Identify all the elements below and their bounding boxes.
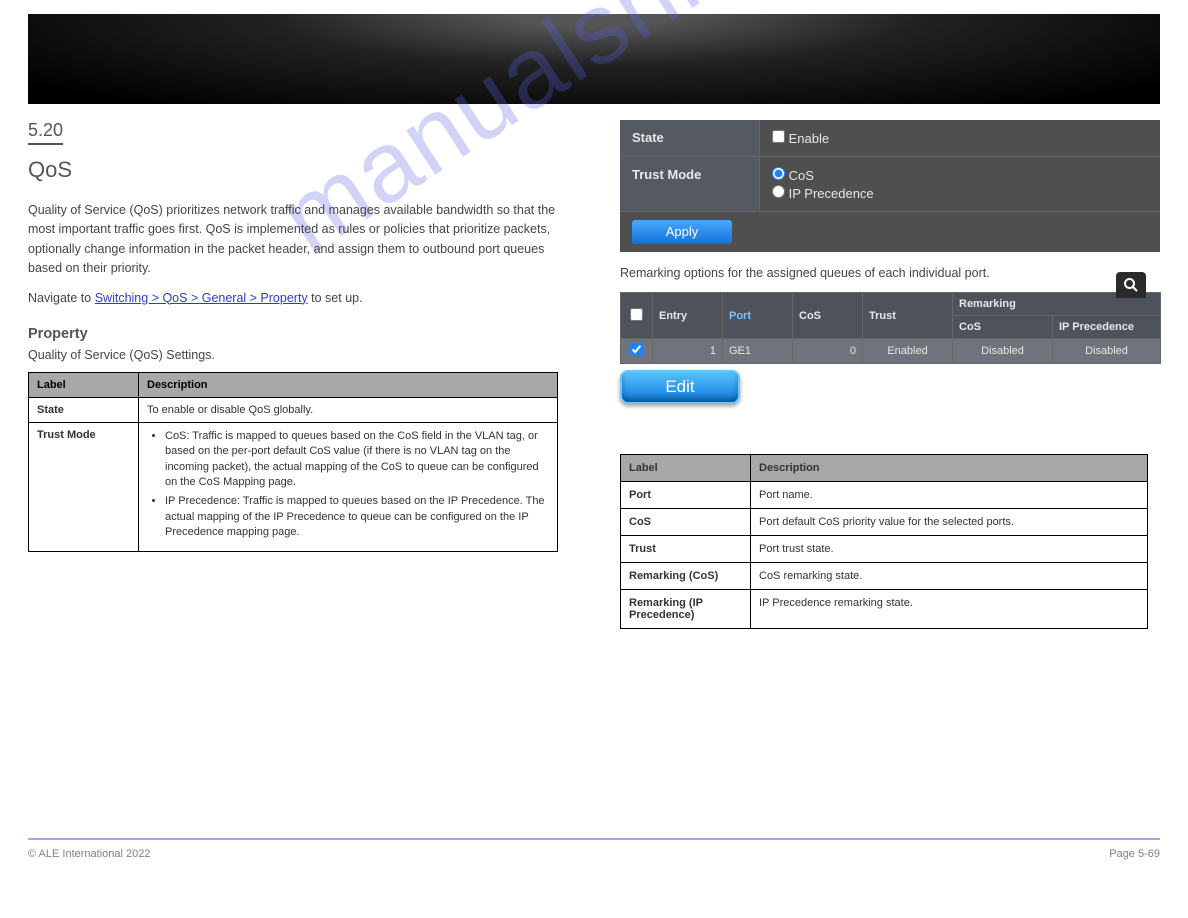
row-checkbox[interactable] xyxy=(630,343,643,356)
edit-button[interactable]: Edit xyxy=(620,370,740,404)
port-definition-table: Label Description Port Port name. CoS Po… xyxy=(620,454,1148,629)
row-select[interactable] xyxy=(621,339,653,364)
trust-label: Trust Mode xyxy=(620,157,760,211)
nav-path-link[interactable]: Switching > QoS > General > Property xyxy=(95,291,308,305)
settings-row-trust: Trust Mode CoS IP Precedence xyxy=(620,157,1160,212)
trust-cos-radio[interactable] xyxy=(772,167,785,180)
grid-row[interactable]: 1 GE1 0 Enabled Disabled Disabled xyxy=(621,339,1161,364)
row-entry: 1 xyxy=(653,339,723,364)
state-value: Enable xyxy=(760,120,1160,156)
row-trust: Enabled xyxy=(863,339,953,364)
left-column: 5.20 QoS Quality of Service (QoS) priori… xyxy=(28,120,576,552)
col-description: Description xyxy=(751,455,1148,482)
col-port[interactable]: Port xyxy=(723,293,793,339)
cell-desc: Port name. xyxy=(751,482,1148,509)
table-row: CoS Port default CoS priority value for … xyxy=(621,509,1148,536)
cell-label: Trust Mode xyxy=(29,422,139,551)
top-banner xyxy=(28,14,1160,104)
cell-label: Trust xyxy=(621,536,751,563)
col-label: Label xyxy=(621,455,751,482)
footer-left: © ALE International 2022 xyxy=(28,848,150,860)
intro-paragraph-2: Navigate to Switching > QoS > General > … xyxy=(28,289,576,308)
table-row: Remarking (CoS) CoS remarking state. xyxy=(621,563,1148,590)
table-row: Remarking (IP Precedence) IP Precedence … xyxy=(621,590,1148,629)
select-all-checkbox[interactable] xyxy=(630,308,643,321)
settings-row-state: State Enable xyxy=(620,120,1160,157)
trust-ipprec-option[interactable]: IP Precedence xyxy=(772,185,1148,201)
grid-header-row-1: Entry Port CoS Trust Remarking xyxy=(621,293,1161,316)
state-label: State xyxy=(620,120,760,156)
cell-label: Remarking (IP Precedence) xyxy=(621,590,751,629)
section-intro: Quality of Service (QoS) prioritizes net… xyxy=(28,201,576,308)
subsection-heading: Property xyxy=(28,326,576,342)
table-header-row: Label Description xyxy=(29,372,558,397)
section-number: 5.20 xyxy=(28,120,63,145)
col-trust: Trust xyxy=(863,293,953,339)
subsection-sub: Quality of Service (QoS) Settings. xyxy=(28,348,576,362)
cell-label: State xyxy=(29,397,139,422)
search-icon[interactable] xyxy=(1116,272,1146,298)
cell-desc: CoS: Traffic is mapped to queues based o… xyxy=(139,422,558,551)
trust-ipprec-text: IP Precedence xyxy=(789,186,874,201)
row-rmk-cos: Disabled xyxy=(953,339,1053,364)
trust-cos-option[interactable]: CoS xyxy=(772,167,1148,183)
col-description: Description xyxy=(139,372,558,397)
section-title: QoS xyxy=(28,157,576,183)
col-entry: Entry xyxy=(653,293,723,339)
trust-ipprec-radio[interactable] xyxy=(772,185,785,198)
col-remarking-cos: CoS xyxy=(953,316,1053,339)
row-port: GE1 xyxy=(723,339,793,364)
intro-paragraph-1: Quality of Service (QoS) prioritizes net… xyxy=(28,201,576,279)
footer-right: Page 5-69 xyxy=(1109,848,1160,860)
cell-desc: Port trust state. xyxy=(751,536,1148,563)
port-grid: Entry Port CoS Trust Remarking CoS IP Pr… xyxy=(620,292,1161,364)
right-column: State Enable Trust Mode CoS xyxy=(620,120,1160,629)
intro2-post: to set up. xyxy=(308,291,363,305)
cell-label: Remarking (CoS) xyxy=(621,563,751,590)
cell-label: CoS xyxy=(621,509,751,536)
col-label: Label xyxy=(29,372,139,397)
trust-cos-text: CoS xyxy=(789,168,814,183)
table-row: Port Port name. xyxy=(621,482,1148,509)
cell-desc: IP Precedence remarking state. xyxy=(751,590,1148,629)
page-footer: © ALE International 2022 Page 5-69 xyxy=(28,838,1160,860)
table-row: Trust Port trust state. xyxy=(621,536,1148,563)
state-enable-checkbox[interactable] xyxy=(772,130,785,143)
apply-wrap: Apply xyxy=(620,212,1160,252)
col-remarking-ipp: IP Precedence xyxy=(1053,316,1161,339)
cell-label: Port xyxy=(621,482,751,509)
table-row: State To enable or disable QoS globally. xyxy=(29,397,558,422)
col-select xyxy=(621,293,653,339)
table-header-row: Label Description xyxy=(621,455,1148,482)
trust-mode-item-cos: CoS: Traffic is mapped to queues based o… xyxy=(165,429,549,491)
trust-mode-item-ipprec: IP Precedence: Traffic is mapped to queu… xyxy=(165,494,549,540)
intro2-pre: Navigate to xyxy=(28,291,95,305)
col-cos: CoS xyxy=(793,293,863,339)
cell-desc: CoS remarking state. xyxy=(751,563,1148,590)
qos-settings-panel: State Enable Trust Mode CoS xyxy=(620,120,1160,252)
trust-value: CoS IP Precedence xyxy=(760,157,1160,211)
port-grid-wrap: Entry Port CoS Trust Remarking CoS IP Pr… xyxy=(620,292,1160,404)
port-caption: Remarking options for the assigned queue… xyxy=(620,266,1160,280)
row-cos: 0 xyxy=(793,339,863,364)
apply-button[interactable]: Apply xyxy=(632,220,732,244)
state-enable-text: Enable xyxy=(789,131,829,146)
row-rmk-ipp: Disabled xyxy=(1053,339,1161,364)
cell-desc: Port default CoS priority value for the … xyxy=(751,509,1148,536)
qos-state-table: Label Description State To enable or dis… xyxy=(28,372,558,552)
table-row: Trust Mode CoS: Traffic is mapped to que… xyxy=(29,422,558,551)
cell-desc: To enable or disable QoS globally. xyxy=(139,397,558,422)
state-enable-option[interactable]: Enable xyxy=(772,130,1148,146)
